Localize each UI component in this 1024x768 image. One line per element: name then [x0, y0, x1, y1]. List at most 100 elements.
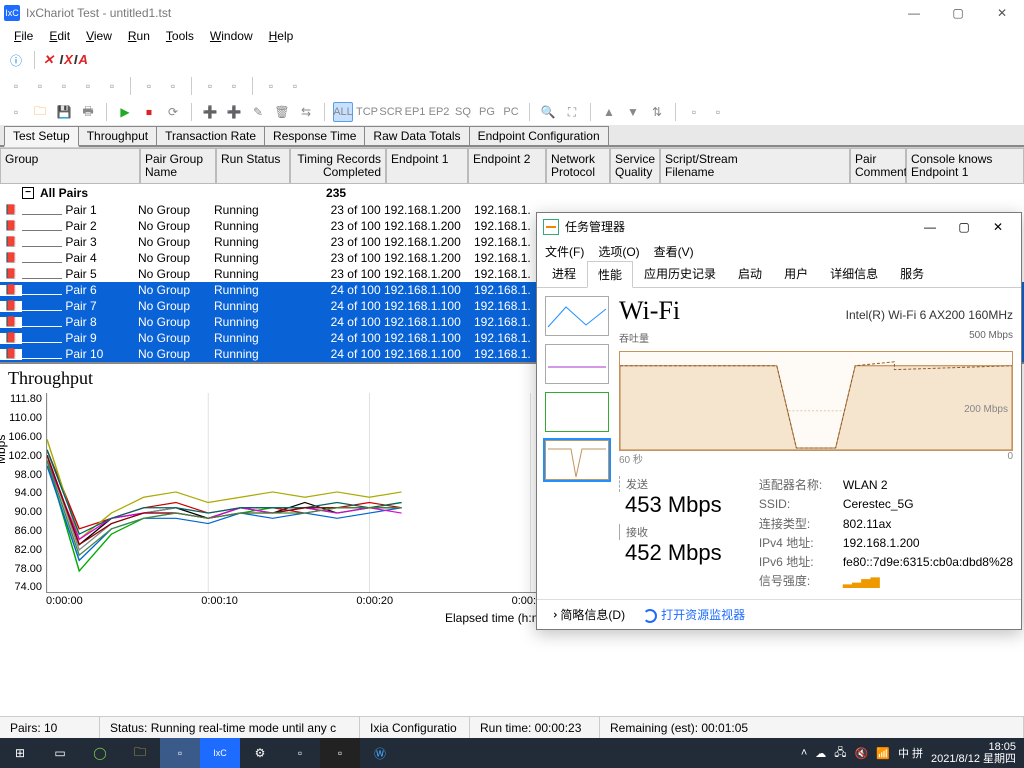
stop-icon[interactable]: ⏹	[139, 102, 159, 122]
mode-scr[interactable]: SCR	[381, 102, 401, 122]
edit-icon[interactable]: ✎	[248, 102, 268, 122]
browser-icon[interactable]: ◯	[80, 738, 120, 768]
tm-tab[interactable]: 应用历史记录	[633, 260, 727, 287]
col-runstatus[interactable]: Run Status	[216, 148, 290, 184]
mode-pg[interactable]: PG	[477, 102, 497, 122]
all-pairs-row[interactable]: − All Pairs 235	[0, 184, 1024, 202]
tm-thumb-disk[interactable]	[545, 392, 609, 432]
restart-icon[interactable]: ⟳	[163, 102, 183, 122]
col-comment[interactable]: PairComment	[850, 148, 906, 184]
menu-run[interactable]: Run	[120, 29, 158, 43]
print-icon[interactable]: 🖶	[78, 102, 98, 122]
expand-icon[interactable]: ▫	[684, 102, 704, 122]
replicate-icon[interactable]: ▫	[224, 76, 244, 96]
save-icon[interactable]: ▫	[54, 76, 74, 96]
close-button[interactable]: ✕	[980, 0, 1024, 25]
tm-titlebar[interactable]: 任务管理器 — ▢ ✕	[537, 213, 1021, 241]
save2-icon[interactable]: 💾	[54, 102, 74, 122]
col-ep2[interactable]: Endpoint 2	[468, 148, 546, 184]
tm-thumb-wifi[interactable]	[545, 440, 609, 480]
tm-tab[interactable]: 详细信息	[819, 260, 889, 287]
mode-sq[interactable]: SQ	[453, 102, 473, 122]
maximize-button[interactable]: ▢	[936, 0, 980, 25]
tm-minimize[interactable]: —	[913, 215, 947, 239]
tm-thumb-cpu[interactable]	[545, 296, 609, 336]
view-icon[interactable]: ▫	[285, 76, 305, 96]
col-timing[interactable]: Timing RecordsCompleted	[290, 148, 386, 184]
open-icon[interactable]: ▫	[30, 76, 50, 96]
tab-throughput[interactable]: Throughput	[78, 126, 157, 145]
del-icon[interactable]: ▫	[163, 76, 183, 96]
task-manager-window[interactable]: 任务管理器 — ▢ ✕ 文件(F) 选项(O) 查看(V) 进程性能应用历史记录…	[536, 212, 1022, 630]
paste-icon[interactable]: ▫	[102, 76, 122, 96]
terminal-icon[interactable]: ▫	[320, 738, 360, 768]
tm-fewer-details[interactable]: ⌃ 简略信息(D)	[547, 606, 625, 623]
settings-icon[interactable]: ⚙	[240, 738, 280, 768]
new2-icon[interactable]: ▫	[6, 102, 26, 122]
ixchariot-taskbar-icon[interactable]: IxC	[200, 738, 240, 768]
tray-cloud-icon[interactable]: ☁	[815, 747, 826, 760]
new-icon[interactable]: ▫	[6, 76, 26, 96]
collapse-icon[interactable]: ▫	[708, 102, 728, 122]
wps-icon[interactable]: Ⓦ	[360, 738, 400, 768]
sort-icon[interactable]: ⇅	[647, 102, 667, 122]
swap-icon[interactable]: ⇆	[296, 102, 316, 122]
tm-tab[interactable]: 用户	[773, 260, 819, 287]
up-icon[interactable]: ▲	[599, 102, 619, 122]
tm-tab[interactable]: 性能	[587, 261, 633, 288]
menu-view[interactable]: View	[78, 29, 120, 43]
run-icon[interactable]: ▶	[115, 102, 135, 122]
mode-tcp[interactable]: TCP	[357, 102, 377, 122]
system-tray[interactable]: ˄ ☁ 🖧 🔇 📶 中 拼 18:05 2021/8/12 星期四	[793, 741, 1024, 765]
tray-up-icon[interactable]: ˄	[801, 747, 807, 759]
col-console[interactable]: Console knowsEndpoint 1	[906, 148, 1024, 184]
menu-tools[interactable]: Tools	[158, 29, 202, 43]
col-ep1[interactable]: Endpoint 1	[386, 148, 468, 184]
tm-menu-options[interactable]: 选项(O)	[598, 243, 639, 260]
tm-close[interactable]: ✕	[981, 215, 1015, 239]
start-button[interactable]: ⊞	[0, 738, 40, 768]
folder-icon[interactable]: 🗀	[30, 102, 50, 122]
tray-volume-icon[interactable]: 🔇	[855, 747, 869, 760]
col-group[interactable]: Group	[0, 148, 140, 184]
addgroup-icon[interactable]: ➕	[224, 102, 244, 122]
tm-menu-file[interactable]: 文件(F)	[545, 243, 584, 260]
tm-thumb-mem[interactable]	[545, 344, 609, 384]
tray-clock[interactable]: 18:05 2021/8/12 星期四	[931, 741, 1016, 765]
tab-transaction-rate[interactable]: Transaction Rate	[156, 126, 265, 145]
tm-menu-view[interactable]: 查看(V)	[654, 243, 694, 260]
fit-icon[interactable]: ⛶	[562, 102, 582, 122]
col-quality[interactable]: ServiceQuality	[610, 148, 660, 184]
tab-response-time[interactable]: Response Time	[264, 126, 365, 145]
props-icon[interactable]: ▫	[200, 76, 220, 96]
tray-wifi-icon[interactable]: 📶	[876, 747, 890, 760]
down-icon[interactable]: ▼	[623, 102, 643, 122]
mode-ep1[interactable]: EP1	[405, 102, 425, 122]
tray-network-icon[interactable]: 🖧	[834, 744, 846, 763]
del2-icon[interactable]: 🗑	[272, 102, 292, 122]
explorer-icon[interactable]: 🗀	[120, 738, 160, 768]
tab-test-setup[interactable]: Test Setup	[4, 126, 79, 147]
zoom-icon[interactable]: 🔍	[538, 102, 558, 122]
mode-pc[interactable]: PC	[501, 102, 521, 122]
menu-file[interactable]: File	[6, 29, 41, 43]
copy-icon[interactable]: ▫	[78, 76, 98, 96]
info-icon[interactable]: ⓘ	[6, 50, 26, 70]
tab-endpoint-config[interactable]: Endpoint Configuration	[469, 126, 609, 145]
tm-maximize[interactable]: ▢	[947, 215, 981, 239]
tab-raw-data[interactable]: Raw Data Totals	[364, 126, 469, 145]
tm-tab[interactable]: 服务	[889, 260, 935, 287]
mode-all[interactable]: ALL	[333, 102, 353, 122]
col-pairgroup[interactable]: Pair GroupName	[140, 148, 216, 184]
mode-ep2[interactable]: EP2	[429, 102, 449, 122]
windows-taskbar[interactable]: ⊞ ▭ ◯ 🗀 ▫ IxC ⚙ ▫ ▫ Ⓦ ˄ ☁ 🖧 🔇 📶 中 拼 18:0…	[0, 738, 1024, 768]
col-protocol[interactable]: NetworkProtocol	[546, 148, 610, 184]
app1-icon[interactable]: ▫	[160, 738, 200, 768]
tm-open-resmon[interactable]: 打开资源监视器	[643, 606, 745, 623]
menu-edit[interactable]: Edit	[41, 29, 78, 43]
menu-window[interactable]: Window	[202, 29, 261, 43]
col-script[interactable]: Script/StreamFilename	[660, 148, 850, 184]
chart-icon[interactable]: ▫	[261, 76, 281, 96]
minimize-button[interactable]: —	[892, 0, 936, 25]
cut-icon[interactable]: ▫	[139, 76, 159, 96]
